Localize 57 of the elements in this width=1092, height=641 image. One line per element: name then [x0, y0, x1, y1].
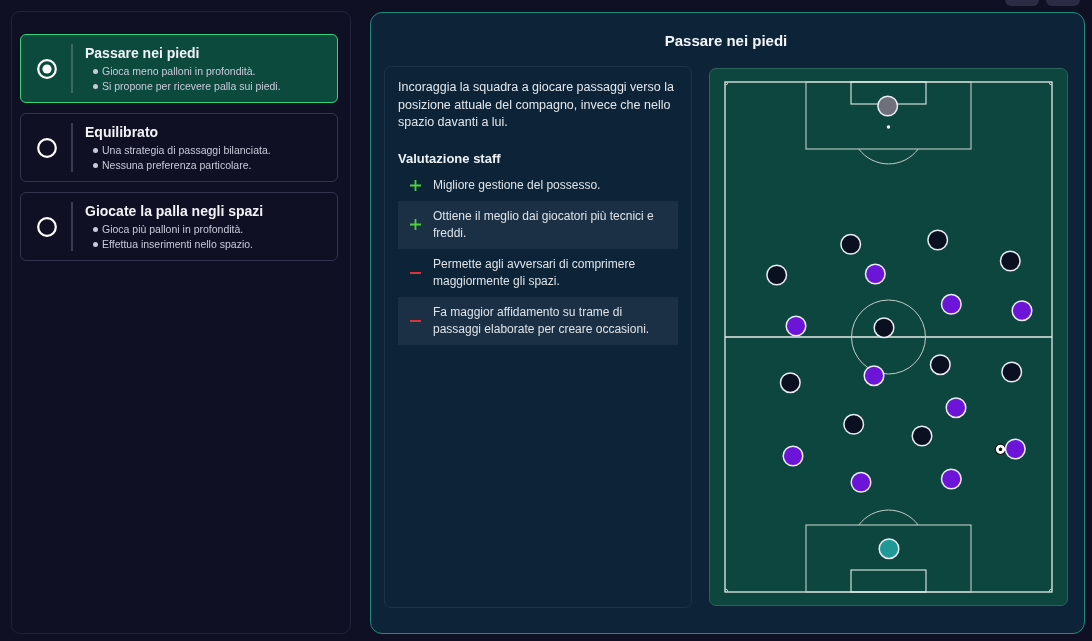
player-dot-icon — [1011, 300, 1033, 322]
radio-icon — [37, 58, 57, 79]
detail-title: Passare nei piedi — [664, 31, 788, 50]
option-title: Equilibrato — [85, 122, 159, 141]
staff-item-text: Migliore gestione del possesso. — [433, 176, 601, 194]
staff-item-text: Permette agli avversari di comprimere maggiormente gli spazi. — [433, 255, 637, 290]
plus-icon — [410, 179, 421, 191]
staff-heading: Valutazione staff — [398, 150, 501, 167]
player-dot-icon — [1004, 438, 1026, 460]
option-title: Passare nei piedi — [85, 43, 200, 62]
option-title: Giocate la palla negli spazi — [85, 201, 264, 220]
toolbar-button[interactable] — [1046, 0, 1080, 6]
bullet-dot-icon — [93, 147, 98, 153]
option-bullet-text: Nessuna preferenza particolare. — [102, 157, 252, 173]
player-dot-icon — [782, 445, 804, 467]
player-dot-icon — [945, 397, 967, 419]
toolbar-button[interactable] — [1005, 0, 1039, 6]
option-bullet-text: Una strategia di passaggi bilanciata. — [102, 142, 271, 158]
player-dot-icon — [878, 538, 900, 560]
player-dot-icon — [779, 372, 801, 394]
player-dot-icon — [873, 317, 895, 339]
description-text: Incoraggia la squadra a giocare passaggi verso la posizione attuale del compagno, invece che nello spazio davanti a lui. — [398, 79, 675, 131]
tactic-option[interactable]: Giocate la palla negli spazi Gioca più palloni in profondità. Effettua inserimenti nello spazio. — [20, 192, 338, 261]
player-dot-icon — [940, 468, 962, 490]
player-dot-icon — [877, 95, 899, 117]
option-bullet-text: Si propone per ricevere palla sui piedi. — [102, 78, 281, 94]
bullet-dot-icon — [93, 162, 98, 168]
player-dot-icon — [864, 263, 886, 285]
minus-icon — [410, 271, 421, 274]
bullet-dot-icon — [93, 226, 98, 232]
bullet-dot-icon — [93, 241, 98, 247]
player-dot-icon — [766, 264, 788, 286]
player-dot-icon — [999, 250, 1021, 272]
tactic-option[interactable]: Passare nei piedi Gioca meno palloni in profondità. Si propone per ricevere palla sui piedi. — [20, 34, 338, 103]
option-bullet-text: Gioca meno palloni in profondità. — [102, 63, 256, 79]
staff-item-text: Ottiene il meglio dai giocatori più tecnici e freddi. — [433, 207, 655, 242]
player-dot-icon — [940, 293, 962, 315]
player-dot-icon — [1001, 361, 1023, 383]
player-dot-icon — [843, 413, 865, 435]
radio-icon — [37, 216, 57, 237]
minus-icon — [410, 319, 421, 322]
option-bullet-text: Gioca più palloni in profondità. — [102, 221, 244, 237]
player-dot-icon — [863, 365, 885, 387]
player-dot-icon — [927, 229, 949, 251]
player-dot-icon — [840, 233, 862, 255]
staff-item-text: Fa maggior affidamento su trame di passaggi elaborate per creare occasioni. — [433, 303, 651, 338]
tactic-option[interactable]: Equilibrato Una strategia di passaggi bilanciata. Nessuna preferenza particolare. — [20, 113, 338, 182]
player-dot-icon — [785, 315, 807, 337]
bullet-dot-icon — [93, 83, 98, 89]
option-bullet-text: Effettua inserimenti nello spazio. — [102, 236, 253, 252]
player-dot-icon — [911, 425, 933, 447]
bullet-dot-icon — [93, 68, 98, 74]
player-dot-icon — [929, 354, 951, 376]
soccer-ball-icon — [994, 443, 1007, 456]
player-dot-icon — [850, 471, 872, 493]
radio-icon — [37, 137, 57, 158]
plus-icon — [410, 219, 421, 230]
